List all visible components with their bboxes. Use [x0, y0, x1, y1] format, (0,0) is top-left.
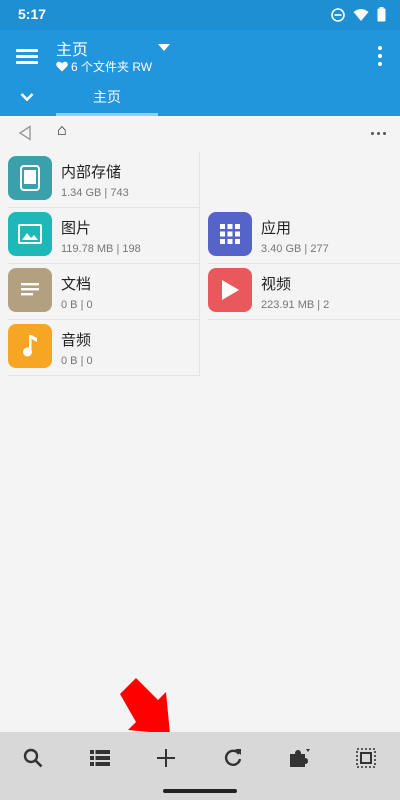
folder-audio[interactable]: 音频 0 B | 0 — [0, 320, 200, 376]
folder-meta: 119.78 MB | 198 — [61, 243, 141, 255]
folder-meta: 223.91 MB | 2 — [261, 299, 330, 311]
dropdown-arrow-icon[interactable] — [158, 44, 170, 52]
play-icon — [222, 280, 239, 300]
folder-documents[interactable]: 文档 0 B | 0 — [0, 264, 200, 320]
folder-meta: 3.40 GB | 277 — [261, 243, 329, 255]
folder-internal-storage[interactable]: 内部存储 1.34 GB | 743 — [0, 152, 200, 208]
tab-home-label: 主页 — [93, 89, 121, 105]
folder-meta: 0 B | 0 — [61, 355, 93, 367]
status-bar: 5:17 — [0, 0, 400, 30]
path-bar: ⌂ — [0, 116, 400, 152]
bottom-toolbar — [0, 732, 400, 784]
refresh-button[interactable] — [220, 745, 246, 771]
do-not-disturb-icon — [331, 7, 345, 22]
subtitle-text: 6 个文件夹 RW — [71, 60, 153, 74]
folder-apps[interactable]: 应用 3.40 GB | 277 — [200, 208, 400, 264]
home-gesture-handle[interactable] — [163, 789, 237, 793]
folder-name: 文档 — [61, 276, 92, 293]
folder-name: 音频 — [61, 332, 92, 349]
refresh-icon — [224, 749, 242, 766]
folder-tile — [208, 268, 252, 312]
folder-tile — [8, 324, 52, 368]
folder-videos[interactable]: 视频 223.91 MB | 2 — [200, 264, 400, 320]
folder-tile — [8, 212, 52, 256]
folder-meta: 0 B | 0 — [61, 299, 93, 311]
gesture-nav-bar — [0, 784, 400, 800]
document-icon — [21, 283, 39, 296]
search-icon — [23, 748, 43, 768]
status-time: 5:17 — [18, 6, 47, 22]
back-arrow-icon[interactable] — [18, 125, 32, 141]
battery-icon — [377, 7, 386, 22]
folder-name: 图片 — [61, 220, 92, 237]
heart-icon — [56, 61, 68, 72]
add-button[interactable] — [153, 745, 179, 771]
page-title[interactable]: 主页 — [56, 36, 88, 60]
home-path-icon[interactable]: ⌂ — [57, 122, 67, 140]
hamburger-menu-icon[interactable] — [14, 42, 42, 70]
list-view-icon — [90, 750, 110, 766]
apps-grid-icon — [220, 224, 240, 244]
folder-images[interactable]: 图片 119.78 MB | 198 — [0, 208, 200, 264]
folder-name: 应用 — [261, 220, 292, 237]
plugins-button[interactable] — [286, 745, 312, 771]
plugins-icon — [290, 749, 310, 767]
add-icon — [157, 749, 175, 767]
divider — [8, 375, 200, 376]
folder-tile — [8, 268, 52, 312]
folder-name: 内部存储 — [61, 164, 122, 181]
list-view-button[interactable] — [87, 745, 113, 771]
divider — [199, 152, 200, 208]
music-note-icon — [23, 335, 37, 357]
status-icons — [331, 7, 386, 22]
select-all-button[interactable] — [353, 745, 379, 771]
overflow-menu-icon[interactable] — [376, 44, 384, 68]
chevron-down-icon[interactable] — [19, 89, 35, 105]
wifi-icon — [353, 8, 369, 21]
tab-home[interactable]: 主页 — [56, 82, 158, 116]
path-more-icon[interactable] — [371, 132, 386, 135]
divider — [208, 319, 400, 320]
tab-bar: 主页 — [0, 82, 400, 116]
phone-icon — [20, 165, 40, 191]
folder-meta: 1.34 GB | 743 — [61, 187, 129, 199]
image-icon — [18, 224, 42, 244]
app-bar: 主页 6 个文件夹 RW — [0, 30, 400, 82]
folder-name: 视频 — [261, 276, 292, 293]
select-all-icon — [356, 748, 376, 768]
folder-tile — [8, 156, 52, 200]
divider — [199, 320, 200, 376]
search-button[interactable] — [20, 745, 46, 771]
folder-tile — [208, 212, 252, 256]
page-subtitle: 6 个文件夹 RW — [56, 58, 152, 75]
